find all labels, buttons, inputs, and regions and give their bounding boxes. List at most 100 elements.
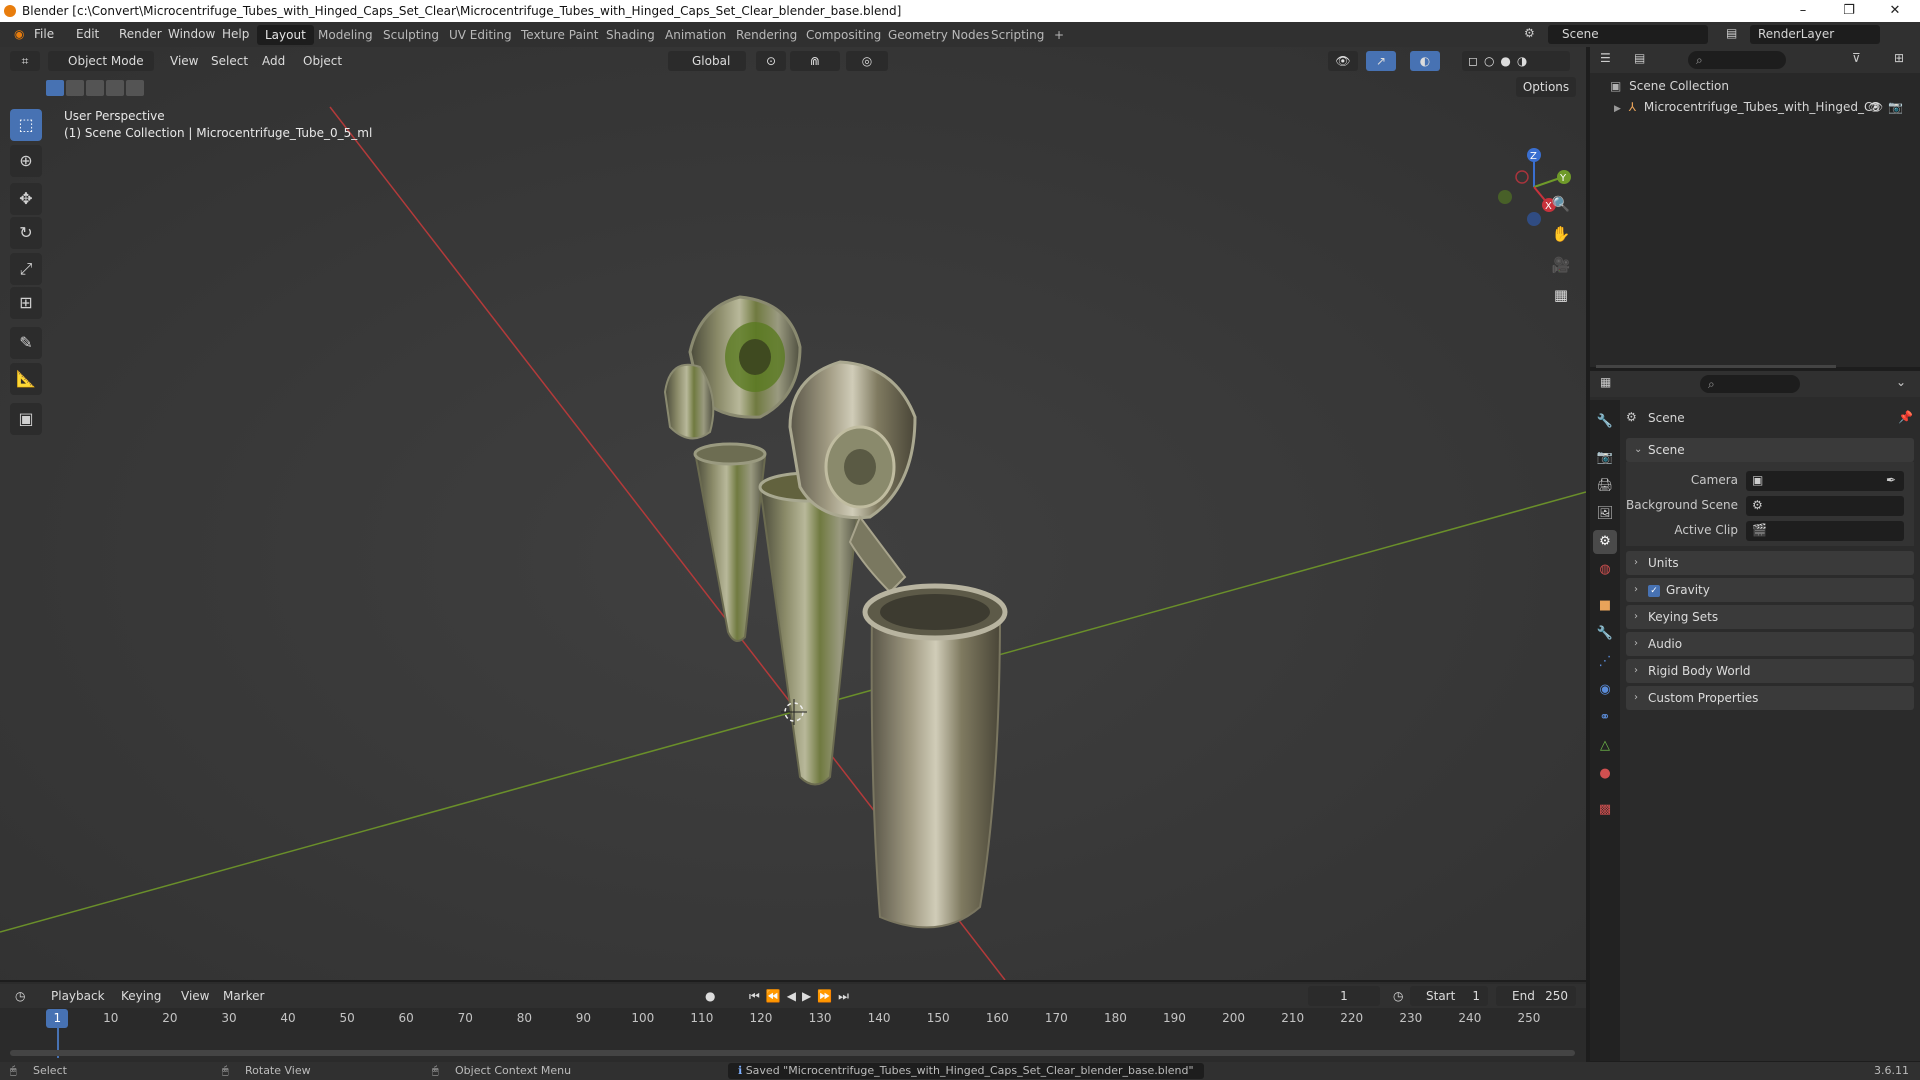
tab-modeling[interactable]: Modeling xyxy=(310,25,381,45)
tab-sculpting[interactable]: Sculpting xyxy=(375,25,447,45)
view-layer-icon[interactable]: ▤ xyxy=(1726,26,1737,40)
physics-tab-icon[interactable]: ◉ xyxy=(1593,678,1617,702)
mode-dropdown[interactable]: Object Mode xyxy=(48,51,154,71)
snap-icon[interactable]: ⋒ xyxy=(790,51,840,71)
tab-texture-paint[interactable]: Texture Paint xyxy=(513,25,606,45)
maximize-button[interactable]: ❐ xyxy=(1826,0,1872,22)
timeline-scrollbar[interactable] xyxy=(10,1050,1575,1056)
visibility-icon[interactable]: 👁 xyxy=(1328,51,1358,71)
move-icon[interactable]: ✥ xyxy=(10,183,42,215)
panel-audio[interactable]: › Audio xyxy=(1626,632,1914,656)
scene-name-field[interactable]: Scene xyxy=(1548,25,1708,44)
data-tab-icon[interactable]: △ xyxy=(1593,734,1617,758)
menu-window[interactable]: Window xyxy=(162,26,221,43)
render-camera-icon[interactable]: 📷 xyxy=(1888,100,1903,114)
annotate-icon[interactable]: ✎ xyxy=(10,327,42,359)
panel-units[interactable]: › Units xyxy=(1626,551,1914,575)
pan-hand-icon[interactable]: ✋ xyxy=(1547,220,1575,248)
menu-edit[interactable]: Edit xyxy=(70,26,105,43)
pin-icon[interactable]: 📌 xyxy=(1898,410,1913,424)
start-frame-field[interactable]: Start 1 xyxy=(1410,986,1488,1006)
add-workspace-button[interactable]: + xyxy=(1046,25,1072,45)
cursor-icon[interactable]: ⊕ xyxy=(10,145,42,177)
playback-controls[interactable]: ⏮⏪◀▶⏩⏭ xyxy=(744,986,860,1006)
selection-mode-buttons[interactable] xyxy=(46,80,144,98)
properties-options-icon[interactable]: ⌄ xyxy=(1896,375,1906,389)
properties-editor-type-icon[interactable]: ▦ xyxy=(1600,375,1611,389)
viewport-menu-object[interactable]: Object xyxy=(298,51,347,71)
end-frame-field[interactable]: End 250 xyxy=(1496,986,1576,1006)
close-button[interactable]: ✕ xyxy=(1872,0,1918,22)
object-tab-icon[interactable]: ■ xyxy=(1593,594,1617,618)
material-tab-icon[interactable]: ● xyxy=(1593,762,1617,786)
expand-arrow-icon[interactable]: ▶ xyxy=(1614,104,1621,114)
outliner-search-icon[interactable]: ⌕ xyxy=(1688,51,1786,69)
select-invert-icon[interactable] xyxy=(106,80,124,96)
overlays-icon[interactable]: ◐ xyxy=(1410,51,1440,71)
properties-search-icon[interactable]: ⌕ xyxy=(1700,375,1800,393)
tab-scripting[interactable]: Scripting xyxy=(983,25,1052,45)
hide-eye-icon[interactable]: 👁 xyxy=(1868,100,1883,114)
timeline-menu-marker[interactable]: Marker xyxy=(218,986,269,1006)
transform-orientation-dropdown[interactable]: Global xyxy=(668,51,746,71)
3d-viewport[interactable]: Z Y X ⌗ Object Mode View Select Add Obje… xyxy=(0,47,1586,980)
ortho-grid-icon[interactable]: ▦ xyxy=(1547,281,1575,309)
tube-right[interactable] xyxy=(862,583,1008,929)
background-scene-field[interactable]: ⚙ xyxy=(1746,496,1904,516)
eyedropper-icon[interactable]: ✒ xyxy=(1886,473,1896,487)
view-layer-tab-icon[interactable]: 🖼 xyxy=(1593,502,1617,526)
scene-tab-icon[interactable]: ⚙ xyxy=(1593,530,1617,554)
preview-range-icon[interactable]: ◷ xyxy=(1388,986,1408,1006)
tab-animation[interactable]: Animation xyxy=(657,25,734,45)
timeline-menu-view[interactable]: View xyxy=(176,986,214,1006)
viewport-menu-select[interactable]: Select xyxy=(206,51,253,71)
texture-tab-icon[interactable]: ▩ xyxy=(1593,798,1617,822)
camera-field[interactable]: ▣ ✒ xyxy=(1746,471,1904,491)
constraints-tab-icon[interactable]: ⚭ xyxy=(1593,706,1617,730)
particles-tab-icon[interactable]: ⋰ xyxy=(1593,650,1617,674)
active-clip-field[interactable]: 🎬 xyxy=(1746,521,1904,541)
panel-rigid-body-world[interactable]: › Rigid Body World xyxy=(1626,659,1914,683)
outliner-item[interactable]: ▶ ⅄ Microcentrifuge_Tubes_with_Hinged_Ca… xyxy=(1614,100,1914,114)
panel-gravity[interactable]: › ✓ Gravity xyxy=(1626,578,1914,602)
timeline-editor-type-icon[interactable]: ◷ xyxy=(10,986,30,1006)
modifier-tab-icon[interactable]: 🔧 xyxy=(1593,622,1617,646)
minimize-button[interactable]: – xyxy=(1780,0,1826,22)
gravity-checkbox[interactable]: ✓ xyxy=(1648,584,1660,597)
select-intersect-icon[interactable] xyxy=(126,80,144,96)
gizmo-toggle-icon[interactable]: ↗ xyxy=(1366,51,1396,71)
viewport-menu-view[interactable]: View xyxy=(165,51,203,71)
filter-icon[interactable]: ⊽ xyxy=(1852,51,1861,65)
menu-help[interactable]: Help xyxy=(216,26,255,43)
select-box-icon[interactable]: ⬚ xyxy=(10,109,42,141)
select-extend-icon[interactable] xyxy=(66,80,84,96)
panel-keying-sets[interactable]: › Keying Sets xyxy=(1626,605,1914,629)
outliner-scrollbar[interactable] xyxy=(1596,365,1836,368)
menu-render[interactable]: Render xyxy=(113,26,168,43)
current-frame-field[interactable]: 1 xyxy=(1308,986,1380,1006)
output-tab-icon[interactable]: 🖨 xyxy=(1593,474,1617,498)
auto-keying-icon[interactable]: ● xyxy=(700,986,720,1006)
panel-scene[interactable]: ⌄ Scene xyxy=(1626,438,1914,462)
options-dropdown[interactable]: Options xyxy=(1516,77,1576,97)
viewport-menu-add[interactable]: Add xyxy=(257,51,290,71)
view-layer-field[interactable]: RenderLayer xyxy=(1750,25,1880,44)
select-new-icon[interactable] xyxy=(46,80,64,96)
tab-shading[interactable]: Shading xyxy=(598,25,663,45)
measure-icon[interactable]: 📐 xyxy=(10,363,42,395)
timeline-menu-keying[interactable]: Keying xyxy=(116,986,166,1006)
select-subtract-icon[interactable] xyxy=(86,80,104,96)
display-mode-icon[interactable]: ▤ xyxy=(1634,51,1645,65)
add-cube-icon[interactable]: ▣ xyxy=(10,403,42,435)
timeline-menu-playback[interactable]: Playback xyxy=(46,986,110,1006)
rotate-icon[interactable]: ↻ xyxy=(10,217,42,249)
tool-tab-icon[interactable]: 🔧 xyxy=(1593,410,1617,434)
world-tab-icon[interactable]: ◍ xyxy=(1593,558,1617,582)
scene-selector-icon[interactable]: ⚙ xyxy=(1524,26,1542,43)
menu-file[interactable]: File xyxy=(28,26,60,43)
transform-icon[interactable]: ⊞ xyxy=(10,287,42,319)
tab-layout[interactable]: Layout xyxy=(257,25,314,45)
zoom-icon[interactable]: 🔍 xyxy=(1547,190,1575,218)
outliner-editor-type-icon[interactable]: ☰ xyxy=(1600,51,1611,65)
tab-uv-editing[interactable]: UV Editing xyxy=(441,25,520,45)
